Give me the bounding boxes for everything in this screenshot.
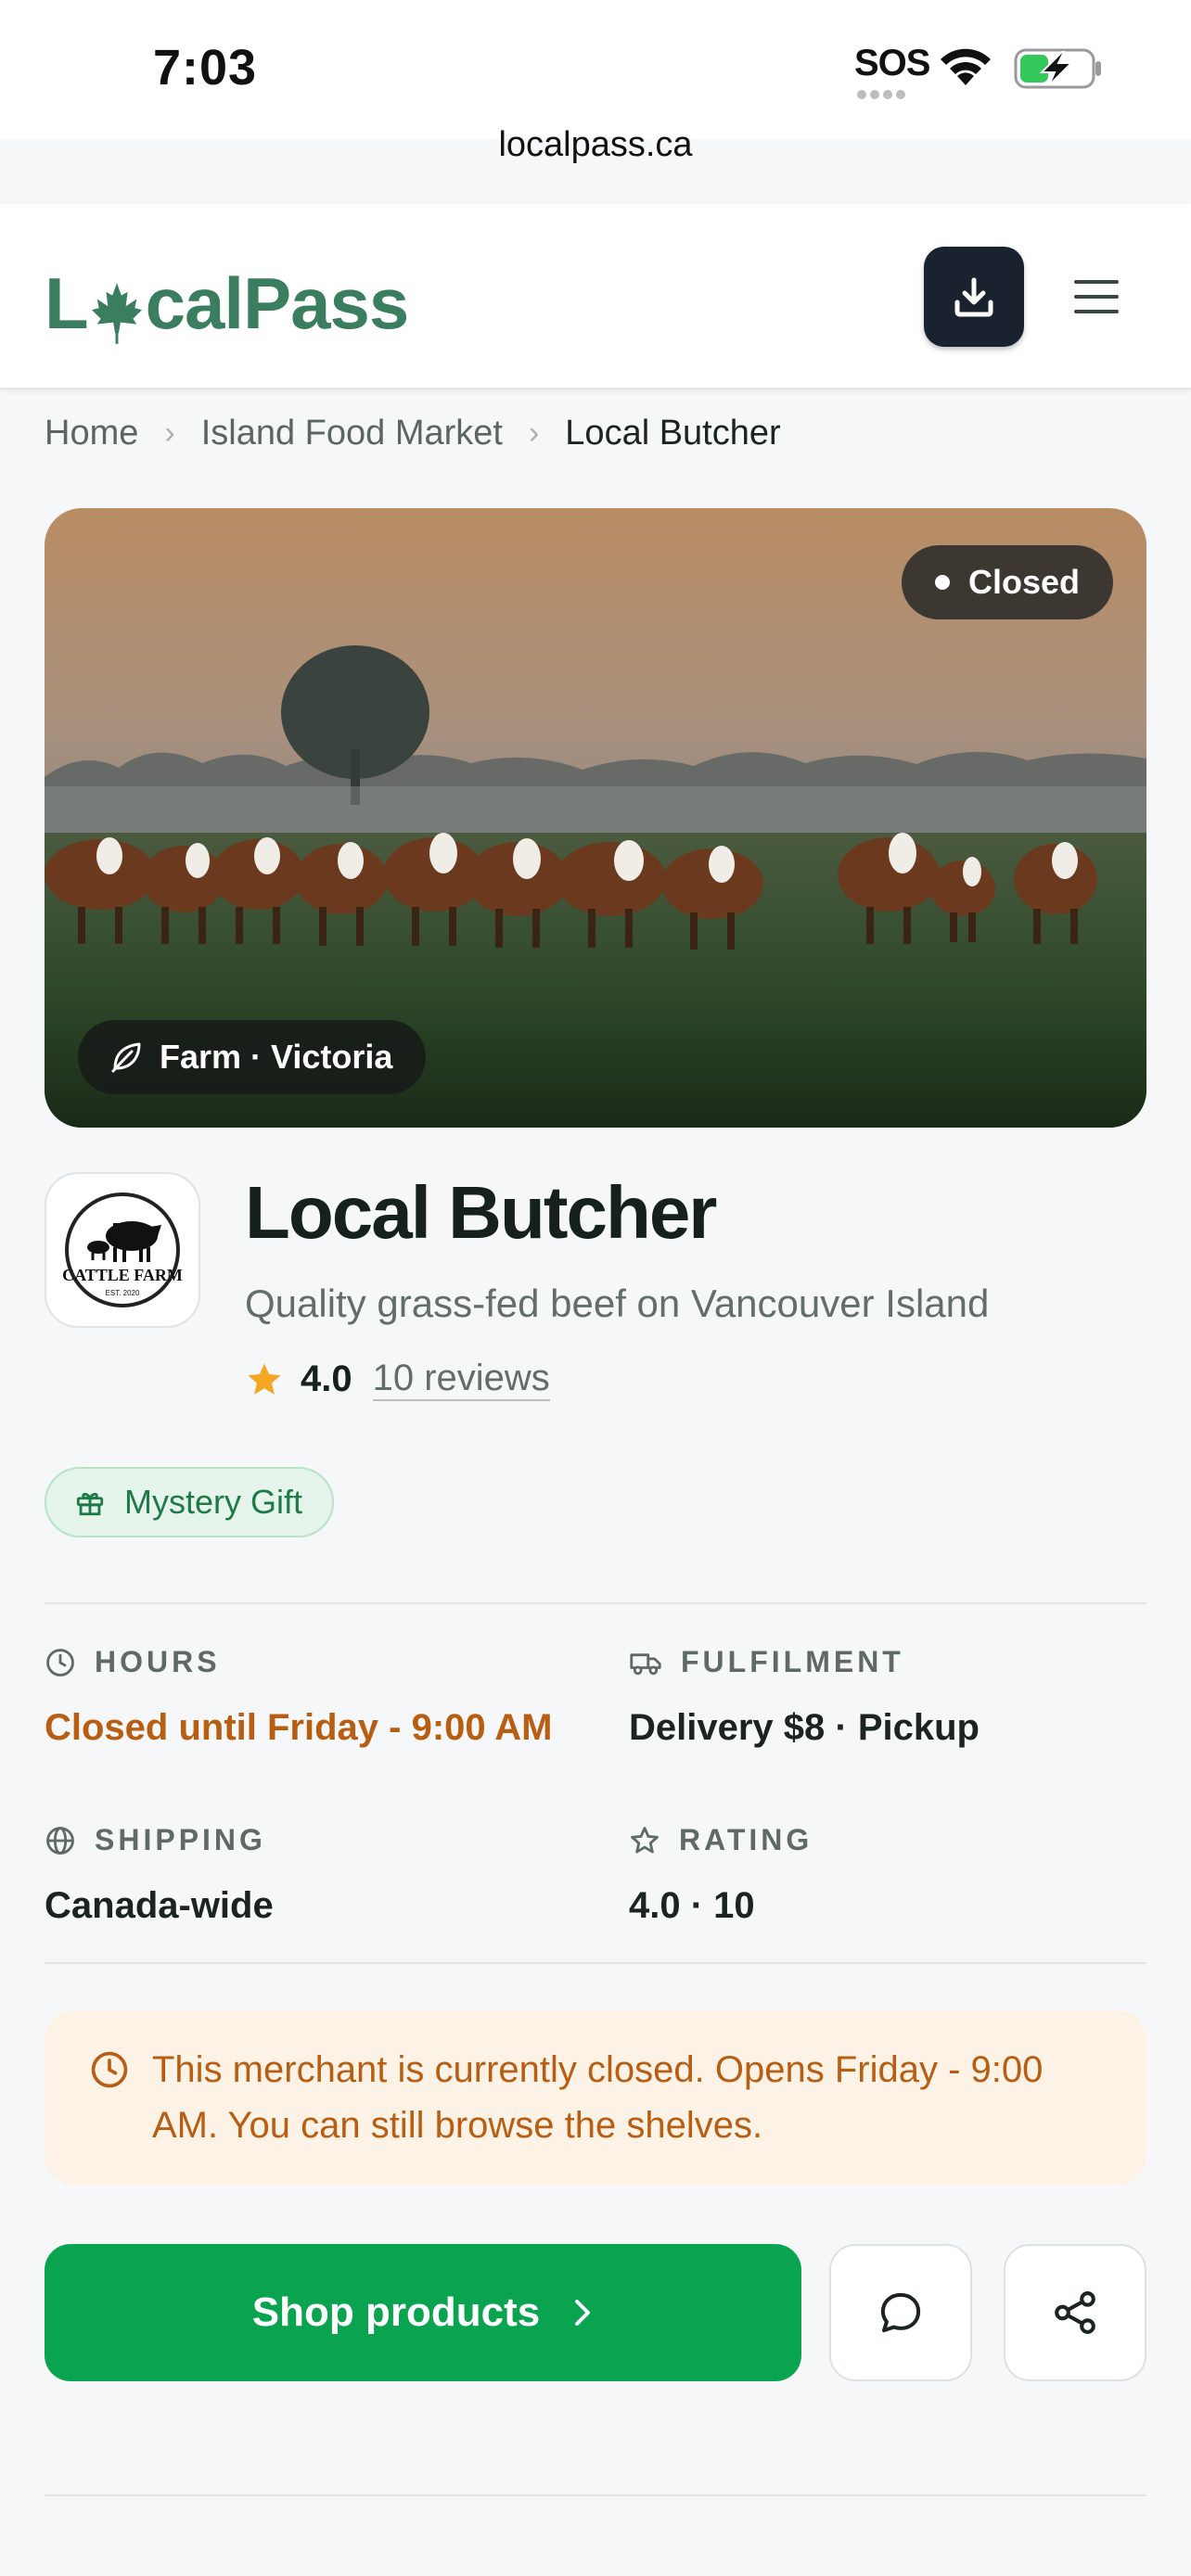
shipping-value: Canada-wide bbox=[45, 1885, 274, 1926]
breadcrumb-current: Local Butcher bbox=[565, 414, 781, 453]
clock-icon bbox=[91, 2051, 128, 2088]
fulfilment-label: FULFILMENT bbox=[681, 1645, 904, 1678]
status-badge: Closed bbox=[901, 545, 1113, 619]
signal-dots-icon bbox=[857, 87, 909, 104]
wifi-icon bbox=[941, 48, 991, 85]
mystery-gift-label: Mystery Gift bbox=[124, 1483, 303, 1521]
fulfilment-info: FULFILMENT Delivery $8 · Pickup bbox=[629, 1645, 1148, 1749]
share-icon bbox=[1055, 2291, 1095, 2334]
logo-lettering: CATTLE FARM bbox=[62, 1266, 183, 1284]
sos-indicator: SOS bbox=[854, 43, 930, 83]
chevron-right-icon: › bbox=[528, 415, 540, 451]
rating-score: 4.0 bbox=[301, 1358, 352, 1399]
status-dot-icon bbox=[934, 575, 950, 590]
breadcrumb-island-food-market[interactable]: Island Food Market bbox=[201, 414, 503, 453]
divider bbox=[45, 1962, 1146, 1964]
truck-icon bbox=[630, 1652, 661, 1675]
hours-value: Closed until Friday - 9:00 AM bbox=[45, 1707, 553, 1748]
merchant-logo: CATTLE FARM EST. 2020 bbox=[45, 1172, 200, 1328]
merchant-tagline: Quality grass-fed beef on Vancouver Isla… bbox=[245, 1282, 990, 1325]
logo-small-lettering: EST. 2020 bbox=[106, 1289, 140, 1297]
chevron-right-icon bbox=[575, 2300, 591, 2326]
leaf-icon bbox=[111, 1042, 141, 1073]
hero-image: Closed Farm · Victoria bbox=[45, 508, 1146, 1128]
divider bbox=[45, 1602, 1146, 1604]
download-icon bbox=[954, 277, 993, 317]
hours-info: HOURS Closed until Friday - 9:00 AM bbox=[45, 1645, 564, 1749]
globe-icon bbox=[46, 1826, 74, 1855]
star-icon bbox=[248, 1363, 281, 1395]
logo-text-suffix: calPass bbox=[145, 262, 410, 344]
battery-charging-icon bbox=[1014, 48, 1101, 89]
status-badge-label: Closed bbox=[967, 563, 1080, 601]
divider bbox=[45, 2494, 1146, 2496]
location-badge: Farm · Victoria bbox=[78, 1020, 427, 1094]
shipping-info: SHIPPING Canada-wide bbox=[45, 1823, 564, 1927]
breadcrumb: Home › Island Food Market › Local Butche… bbox=[45, 414, 781, 453]
chevron-right-icon: › bbox=[164, 415, 175, 451]
closed-notice: This merchant is currently closed. Opens… bbox=[45, 2010, 1146, 2185]
clock-icon bbox=[46, 1648, 74, 1677]
site-header: L calPass bbox=[0, 204, 1191, 389]
localpass-logo[interactable]: L calPass bbox=[45, 261, 410, 346]
rating-value: 4.0 · 10 bbox=[629, 1885, 755, 1926]
logo-text-prefix: L bbox=[45, 262, 89, 344]
shop-products-button[interactable]: Shop products bbox=[45, 2244, 801, 2381]
maple-leaf-icon bbox=[91, 283, 142, 344]
hours-label: HOURS bbox=[95, 1645, 221, 1678]
chat-bubble-icon bbox=[880, 2292, 921, 2333]
reviews-link[interactable]: 10 reviews bbox=[372, 1358, 550, 1401]
gift-icon bbox=[76, 1492, 104, 1516]
download-app-button[interactable] bbox=[924, 247, 1024, 347]
url-bar[interactable]: localpass.ca bbox=[0, 125, 1191, 165]
rating-summary: 4.0 10 reviews bbox=[245, 1358, 550, 1401]
status-time: 7:03 bbox=[153, 40, 258, 96]
share-button[interactable] bbox=[1004, 2244, 1146, 2381]
merchant-name: Local Butcher bbox=[245, 1171, 717, 1254]
closed-notice-text: This merchant is currently closed. Opens… bbox=[152, 2049, 1044, 2146]
shipping-label: SHIPPING bbox=[95, 1823, 266, 1856]
mystery-gift-badge[interactable]: Mystery Gift bbox=[45, 1467, 335, 1537]
rating-info: RATING 4.0 · 10 bbox=[629, 1823, 1148, 1927]
hamburger-menu-icon[interactable] bbox=[1070, 271, 1122, 323]
message-button[interactable] bbox=[829, 2244, 972, 2381]
star-outline-icon bbox=[631, 1826, 659, 1853]
location-badge-label: Farm · Victoria bbox=[160, 1038, 393, 1076]
cattle-farm-logo: CATTLE FARM EST. 2020 bbox=[62, 1192, 183, 1307]
status-bar: 7:03 SOS localpass.ca bbox=[0, 0, 1191, 164]
fulfilment-value: Delivery $8 · Pickup bbox=[629, 1707, 980, 1748]
shop-products-label: Shop products bbox=[251, 2289, 541, 2335]
rating-label: RATING bbox=[679, 1823, 813, 1856]
breadcrumb-home[interactable]: Home bbox=[45, 414, 138, 453]
